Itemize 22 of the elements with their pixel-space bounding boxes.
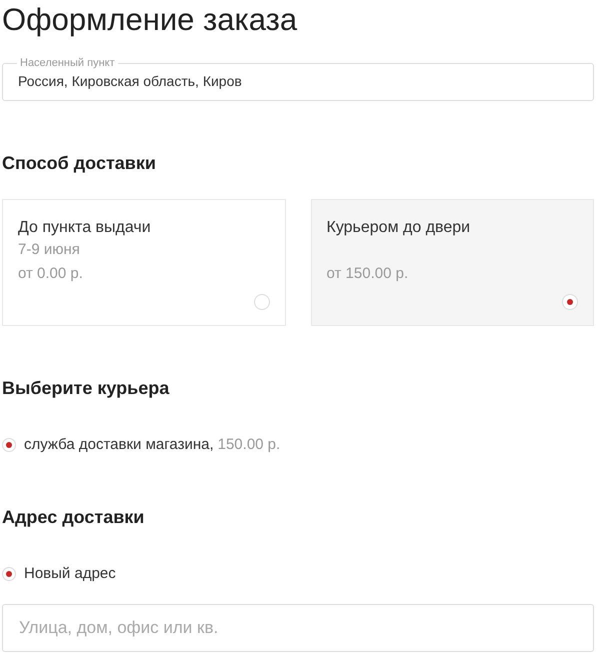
- delivery-option-card[interactable]: До пункта выдачи 7-9 июня от 0.00 р.: [2, 199, 286, 326]
- field-value: Россия, Кировская область, Киров: [18, 72, 243, 90]
- radio-button[interactable]: [2, 566, 16, 580]
- radio-button[interactable]: [562, 294, 578, 310]
- page-title: Оформление заказа: [2, 1, 298, 39]
- delivery-price: от 150.00 р.: [326, 264, 410, 284]
- option-name: Курьером до двери: [326, 218, 472, 238]
- address-option-label: Новый адрес: [24, 565, 116, 582]
- section-heading: Способ доставки: [2, 152, 157, 175]
- courier-name: служба доставки магазина,: [24, 436, 214, 453]
- section-heading: Выберите курьера: [2, 377, 170, 400]
- radio-button[interactable]: [254, 294, 270, 310]
- street-input-field[interactable]: Улица, дом, офис или кв.: [2, 604, 594, 652]
- section-heading: Адрес доставки: [2, 506, 146, 529]
- courier-price: 150.00 р.: [218, 436, 280, 453]
- delivery-option-card[interactable]: Курьером до двери от 150.00 р.: [310, 199, 594, 326]
- delivery-date: 7-9 июня: [18, 240, 81, 260]
- radio-button[interactable]: [2, 438, 16, 452]
- delivery-price: от 0.00 р.: [18, 264, 84, 284]
- field-label: Населенный пункт: [19, 57, 116, 69]
- locality-field[interactable]: Населенный пункт Россия, Кировская область, Киров: [2, 57, 594, 101]
- option-name: До пункта выдачи: [18, 218, 152, 238]
